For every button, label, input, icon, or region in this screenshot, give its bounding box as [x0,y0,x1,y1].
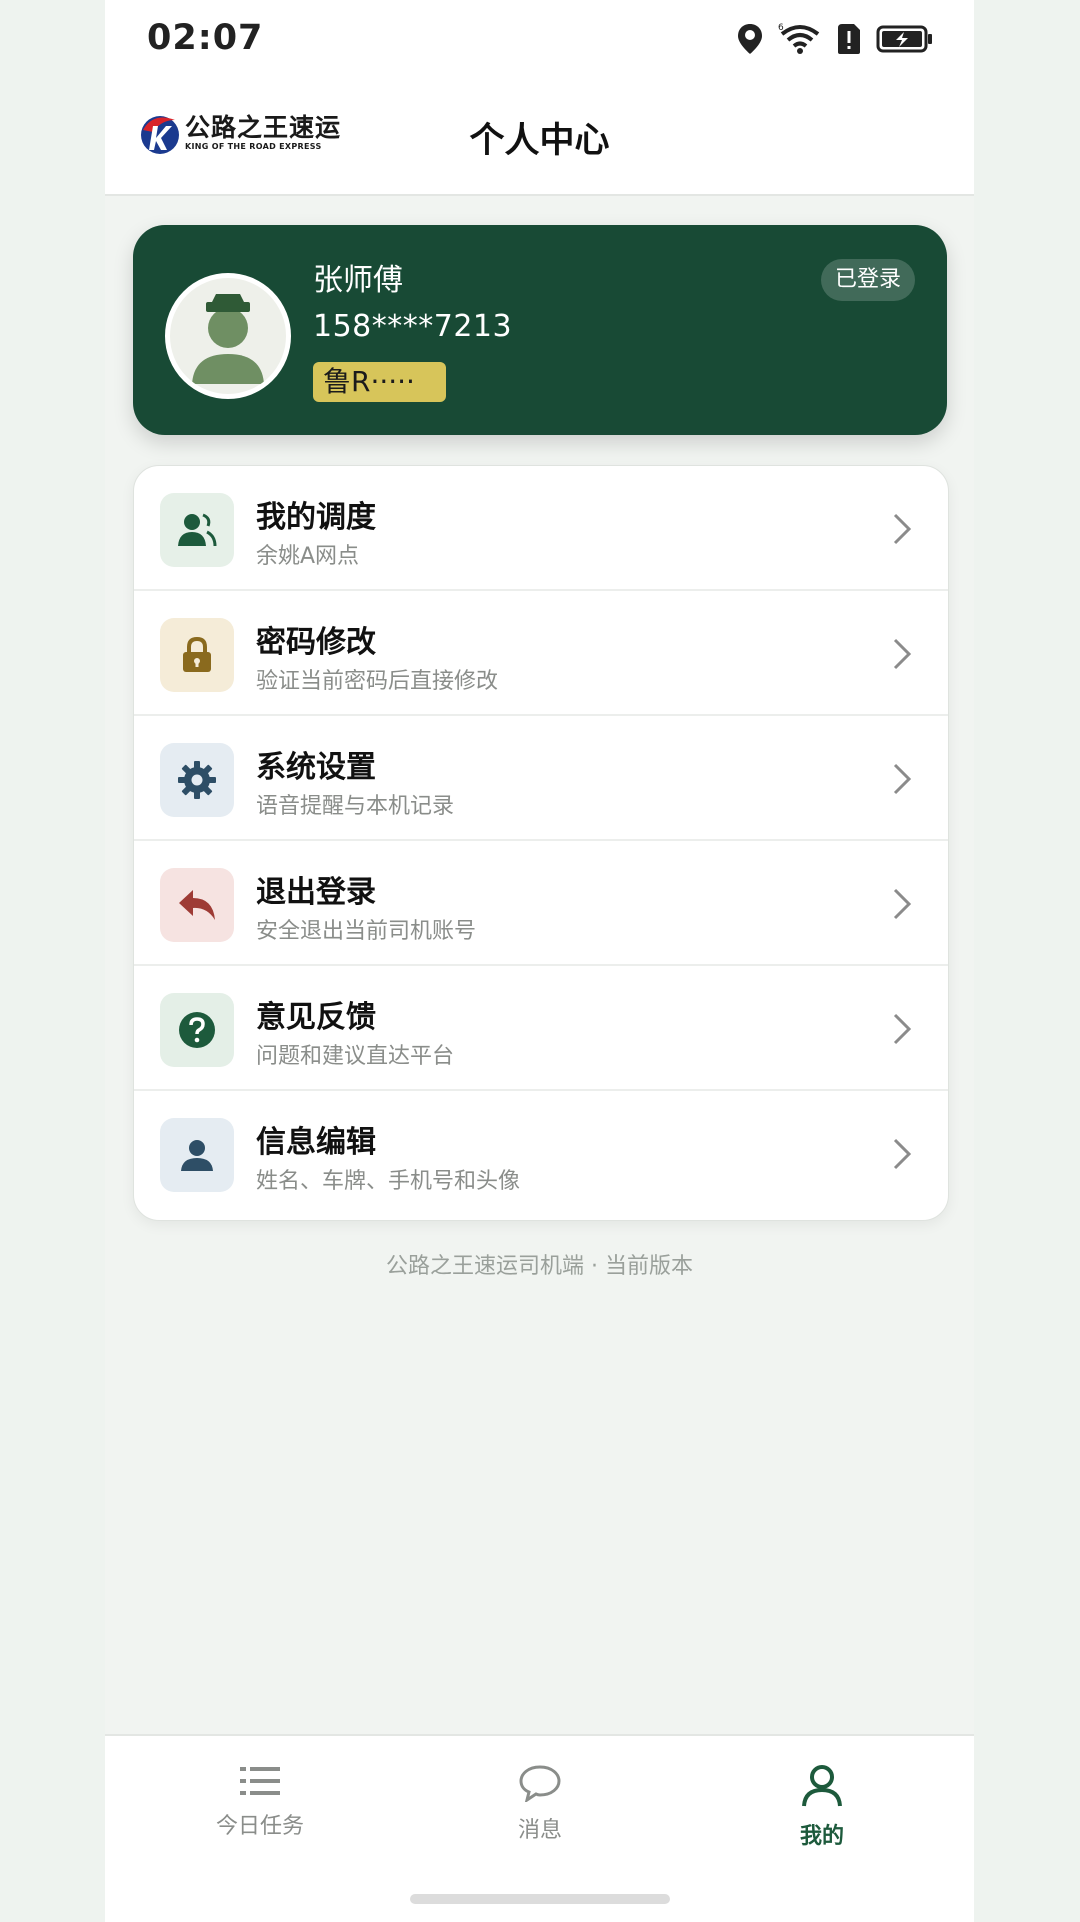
chevron-right-icon [893,513,912,545]
menu-item-subtitle: 问题和建议直达平台 [256,1044,455,1069]
menu-item-title: 我的调度 [256,500,376,535]
phone-screen: 02:07 6 公路之王速运 KING OF THE ROAD EXPRESS … [105,0,974,1922]
person-icon [802,1765,842,1807]
version-note: 公路之王速运司机端 · 当前版本 [386,1254,693,1279]
menu-item-my-dispatch[interactable]: 我的调度 余姚A网点 [134,466,948,591]
menu-item-title: 退出登录 [256,875,376,910]
chevron-right-icon [893,638,912,670]
menu-item-logout[interactable]: 退出登录 安全退出当前司机账号 [134,841,948,966]
profile-phone: 158****7213 [313,309,513,344]
app-header: 公路之王速运 KING OF THE ROAD EXPRESS 个人中心 [105,84,974,196]
list-icon [240,1767,280,1795]
chevron-right-icon [893,1138,912,1170]
reply-arrow-icon [179,890,215,920]
tab-label: 今日任务 [215,1814,304,1839]
chevron-right-icon [893,763,912,795]
menu-item-feedback[interactable]: 意见反馈 问题和建议直达平台 [134,966,948,1091]
menu-item-title: 信息编辑 [256,1125,376,1160]
tab-label: 消息 [517,1818,562,1843]
dispatch-users-icon [178,513,217,547]
menu-item-subtitle: 余姚A网点 [256,544,360,569]
menu-item-subtitle: 安全退出当前司机账号 [256,919,477,944]
driver-avatar-icon [192,294,264,384]
tab-label: 我的 [799,1824,844,1849]
tab-mine[interactable]: 我的 [722,1764,922,1850]
page-title: 个人中心 [469,121,610,161]
profile-card[interactable]: 张师傅 158****7213 鲁R····· 已登录 [133,225,947,435]
menu-item-system-settings[interactable]: 系统设置 语音提醒与本机记录 [134,716,948,841]
status-icons: 6 [736,22,934,56]
menu-icon-box [160,993,234,1067]
login-status-badge: 已登录 [820,259,915,301]
tab-today-tasks[interactable]: 今日任务 [160,1764,360,1840]
menu-icon-box [160,743,234,817]
home-indicator[interactable] [410,1894,670,1904]
menu-item-edit-info[interactable]: 信息编辑 姓名、车牌、手机号和头像 [134,1091,948,1216]
chat-bubble-icon [519,1765,561,1804]
menu-item-change-password[interactable]: 密码修改 验证当前密码后直接修改 [134,591,948,716]
menu-item-title: 系统设置 [256,750,376,785]
location-icon [738,24,762,54]
lock-icon [183,636,211,672]
menu-icon-box [160,618,234,692]
question-icon [179,1012,215,1048]
gear-icon [178,761,216,799]
menu-icon-box [160,1118,234,1192]
battery-charging-icon [876,25,932,53]
status-bar: 02:07 6 [105,0,974,84]
status-time: 02:07 [147,18,264,58]
chevron-right-icon [893,888,912,920]
menu-item-title: 意见反馈 [256,1000,376,1035]
svg-text:6: 6 [778,23,784,33]
profile-name: 张师傅 [313,263,403,298]
avatar[interactable] [165,273,291,399]
menu-item-subtitle: 语音提醒与本机记录 [256,794,455,819]
menu-item-subtitle: 验证当前密码后直接修改 [256,669,499,694]
tab-messages[interactable]: 消息 [440,1764,640,1844]
menu-item-title: 密码修改 [256,625,376,660]
menu-list: 我的调度 余姚A网点 密码修改 验证当前密码后直接修改 系统设置 语音提醒与本机… [133,465,949,1221]
menu-icon-box [160,868,234,942]
chevron-right-icon [893,1013,912,1045]
menu-icon-box [160,493,234,567]
license-plate-badge: 鲁R····· [313,362,446,402]
sim-alert-icon [838,24,860,54]
user-icon [181,1140,213,1171]
wifi-icon: 6 [778,23,820,54]
menu-item-subtitle: 姓名、车牌、手机号和头像 [256,1169,521,1194]
